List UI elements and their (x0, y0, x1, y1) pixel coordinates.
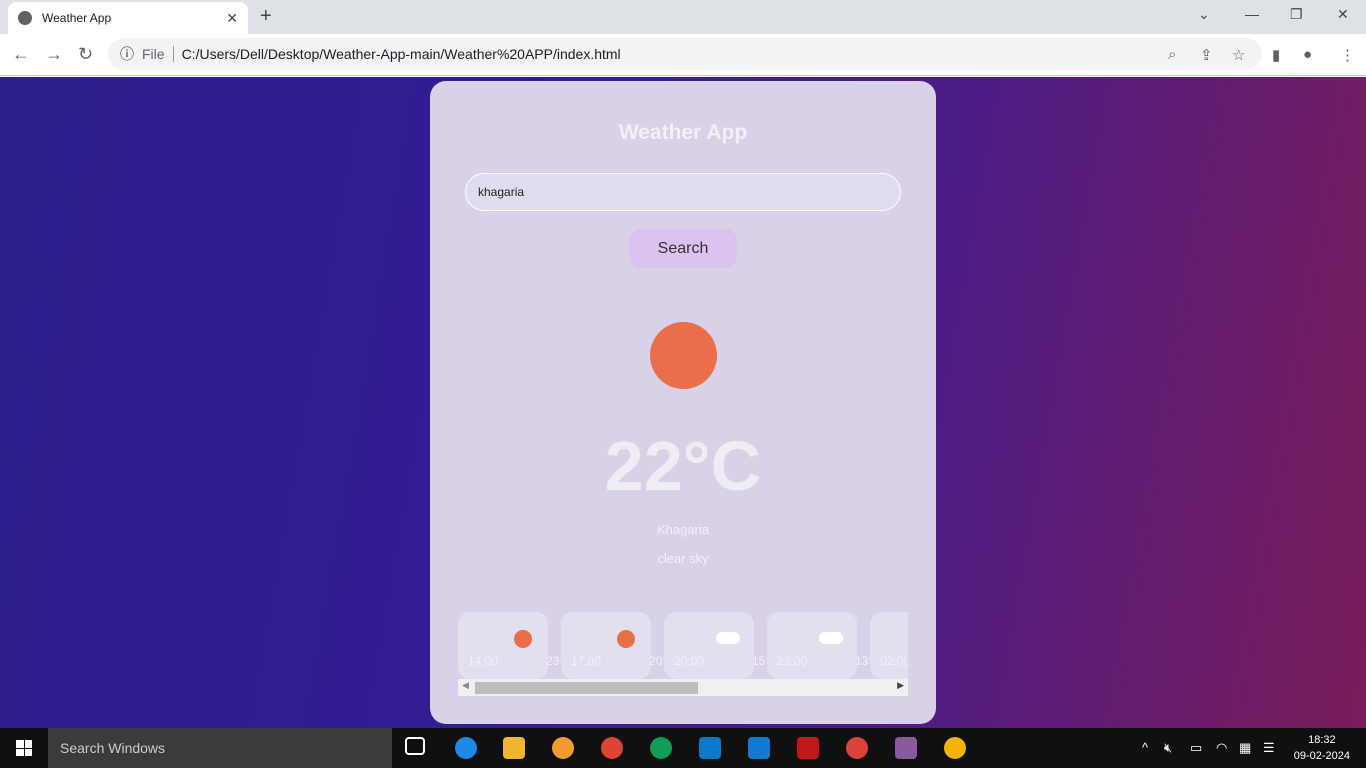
close-window-button[interactable]: ✕ (1337, 6, 1349, 23)
forecast-time: 20:00 (674, 654, 705, 668)
chrome-profile-icon[interactable] (944, 737, 966, 759)
tab-weather-app[interactable]: Weather App ✕ (8, 2, 248, 34)
back-icon[interactable]: ← (12, 44, 30, 65)
tab-search-icon[interactable]: ⌄ (1198, 6, 1210, 23)
city-search-input[interactable] (465, 173, 901, 211)
forecast-time: 14:00 (468, 654, 499, 668)
edge-icon[interactable] (455, 737, 477, 759)
current-temperature: 22°C (604, 427, 762, 505)
forecast-item: 02:00 (870, 612, 908, 679)
forecast-time: 23:00 (777, 654, 808, 668)
windows-start-icon[interactable] (16, 740, 32, 756)
forecast-item: 14:00 23°C (458, 612, 573, 679)
winrar-icon[interactable] (895, 737, 917, 759)
close-tab-icon[interactable]: ✕ (226, 10, 238, 27)
side-panel-icon[interactable]: ▮ (1272, 46, 1280, 64)
horizontal-scrollbar[interactable]: ◀ ▶ (458, 679, 908, 696)
file-label: File (142, 46, 174, 62)
new-tab-button[interactable]: + (260, 5, 272, 28)
wifi-icon[interactable]: ◠ (1216, 740, 1227, 756)
hourly-forecast[interactable]: 14:00 23°C 17:00 20°C 20:00 15°C 23:00 13°C … (458, 612, 908, 696)
cloud-icon (819, 632, 843, 644)
menu-icon[interactable]: ⋮ (1340, 46, 1355, 64)
file-explorer-icon[interactable] (503, 737, 525, 759)
clock[interactable]: 18:32 09-02-2024 (1294, 732, 1350, 764)
taskbar-search[interactable]: Search Windows (48, 728, 392, 768)
clock-time: 18:32 (1308, 734, 1336, 746)
show-hidden-icons[interactable]: ^ (1142, 740, 1148, 755)
scrollbar-thumb[interactable] (475, 682, 698, 694)
sun-icon (514, 630, 532, 648)
chrome-profile-icon[interactable] (650, 737, 672, 759)
settings-icon[interactable] (748, 737, 770, 759)
search-button[interactable]: Search (629, 229, 737, 268)
scroll-right-icon[interactable]: ▶ (897, 680, 904, 691)
share-icon[interactable]: ⇪ (1200, 46, 1213, 64)
vscode-icon[interactable] (699, 737, 721, 759)
forecast-time: 02:00 (880, 654, 908, 668)
scroll-left-icon[interactable]: ◀ (462, 680, 469, 691)
browser-toolbar: ← → ↻ ⓘ File C:/Users/Dell/Desktop/Weather… (0, 34, 1366, 76)
forward-icon[interactable]: → (45, 44, 63, 65)
volume-muted-icon[interactable]: 🔇︎ (1164, 740, 1172, 756)
star-icon[interactable]: ☆ (1232, 46, 1245, 64)
chrome-icon[interactable] (601, 737, 623, 759)
reload-icon[interactable]: ↻ (78, 44, 93, 65)
url-text: C:/Users/Dell/Desktop/Weather-App-main/W… (181, 46, 621, 62)
task-view-icon[interactable] (405, 737, 425, 755)
globe-icon (18, 11, 32, 25)
address-bar[interactable]: ⓘ File C:/Users/Dell/Desktop/Weather-App-m… (108, 38, 1262, 70)
restore-button[interactable]: ❐ (1290, 6, 1303, 23)
city-name: Khagaria (656, 522, 710, 537)
acrobat-icon[interactable] (797, 737, 819, 759)
taskbar: Search Windows ^ 🔇︎ ▭ ◠ ▦ ☰ 18:32 09-02-2… (0, 728, 1366, 768)
sun-icon (617, 630, 635, 648)
weather-description: clear sky (657, 551, 709, 566)
chrome-icon[interactable] (846, 737, 868, 759)
sun-icon (650, 322, 717, 389)
tab-title: Weather App (42, 11, 112, 25)
weather-card: Weather App Search 22°C Khagaria clear s… (430, 81, 936, 724)
clock-date: 09-02-2024 (1293, 750, 1350, 762)
page-background: Weather App Search 22°C Khagaria clear s… (0, 77, 1366, 728)
forecast-item: 20:00 15°C (664, 612, 779, 679)
battery-icon[interactable]: ▭ (1190, 740, 1202, 756)
notifications-icon[interactable]: ☰ (1263, 740, 1275, 756)
profile-icon[interactable]: ● (1303, 46, 1312, 63)
cloud-icon (716, 632, 740, 644)
forecast-item: 23:00 13°C (767, 612, 882, 679)
forecast-item: 17:00 20°C (561, 612, 676, 679)
zoom-icon[interactable]: ⌕ (1168, 46, 1176, 63)
brave-icon[interactable] (552, 737, 574, 759)
forecast-time: 17:00 (571, 654, 602, 668)
display-icon[interactable]: ▦ (1239, 740, 1251, 756)
tab-bar: Weather App ✕ + ⌄ — ❐ ✕ (0, 0, 1366, 34)
app-title: Weather App (618, 121, 748, 144)
info-icon: ⓘ (120, 46, 134, 62)
minimize-button[interactable]: — (1245, 6, 1259, 22)
